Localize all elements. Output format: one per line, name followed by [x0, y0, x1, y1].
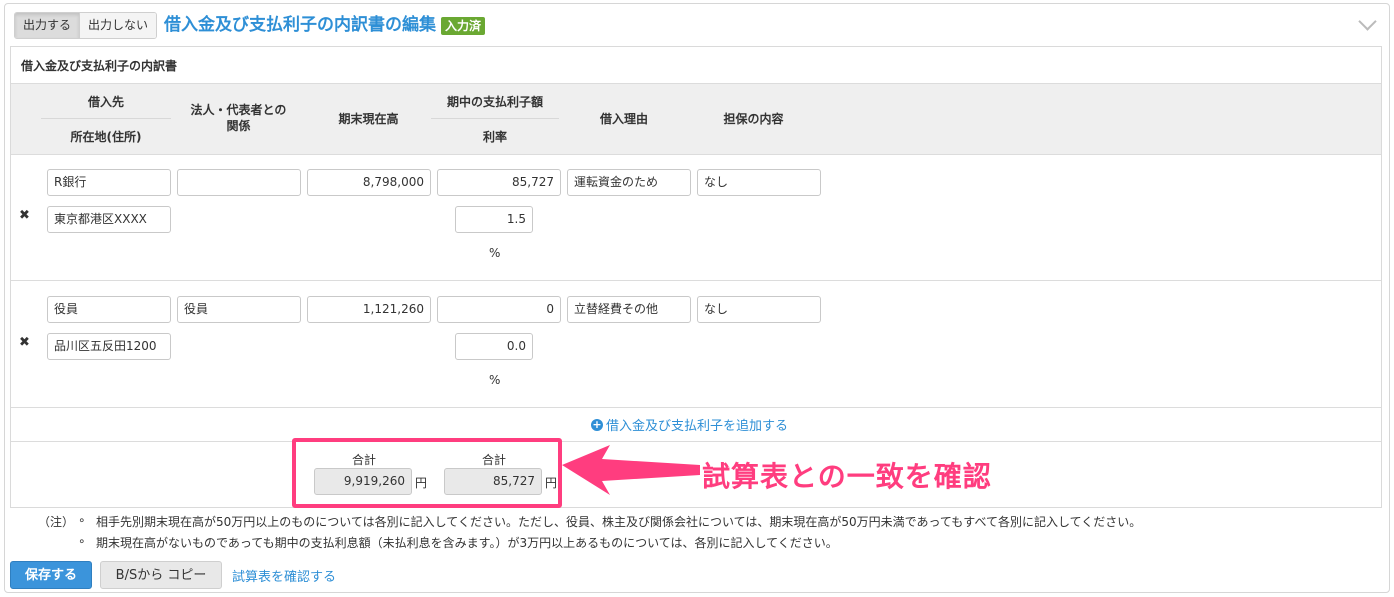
col-lender: 借入先 [87, 95, 124, 109]
header-divider [431, 118, 559, 119]
relation-input[interactable]: 役員 [177, 296, 301, 323]
col-collateral: 担保の内容 [723, 112, 784, 126]
loan-table-section: 借入金及び支払利子の内訳書 借入先 所在地(住所) 法人・代表者との 関係 期末… [10, 46, 1382, 508]
reason-input[interactable]: 運転資金のため [567, 169, 691, 196]
col-relation-line2: 関係 [226, 119, 251, 133]
relation-input[interactable] [177, 169, 301, 196]
save-button[interactable]: 保存する [10, 561, 92, 589]
panel-title[interactable]: 借入金及び支払利子の内訳書の編集 [164, 13, 436, 38]
col-reason: 借入理由 [599, 112, 648, 126]
output-off-button[interactable]: 出力しない [80, 13, 157, 38]
balance-input[interactable]: 1,121,260 [307, 296, 431, 323]
status-badge: 入力済 [441, 16, 486, 35]
collateral-input[interactable]: なし [697, 296, 821, 323]
note-bullet: ∘ [78, 513, 86, 527]
col-rate: 利率 [482, 130, 507, 144]
note-bullet: ∘ [78, 534, 86, 548]
arrow-icon [562, 445, 700, 495]
address-input[interactable]: 品川区五反田1200 [47, 333, 171, 360]
delete-row-icon[interactable]: ✖ [19, 208, 30, 223]
check-trial-balance-link[interactable]: 試算表を確認する [232, 566, 336, 585]
copy-from-bs-button[interactable]: B/Sから コピー [100, 561, 222, 589]
rate-input[interactable]: 0.0 [455, 333, 533, 360]
note-line-1: 相手先別期末現在高が50万円以上のものについては各別に記入してください。ただし、… [96, 515, 1142, 529]
col-interest: 期中の支払利子額 [446, 95, 543, 109]
delete-row-icon[interactable]: ✖ [19, 335, 30, 350]
balance-input[interactable]: 8,798,000 [307, 169, 431, 196]
panel-header: 出力する 出力しない 借入金及び支払利子の内訳書の編集 入力済 [14, 12, 486, 39]
col-relation-line1: 法人・代表者との [190, 103, 287, 117]
reason-input[interactable]: 立替経費その他 [567, 296, 691, 323]
lender-input[interactable]: 役員 [47, 296, 171, 323]
plus-circle-icon: + [591, 417, 603, 431]
rate-input[interactable]: 1.5 [455, 206, 533, 233]
header-divider [41, 118, 171, 119]
note-line-2: 期末現在高がないものであっても期中の支払利息額（未払利息を含みます。）が3万円以… [96, 536, 838, 550]
section-title: 借入金及び支払利子の内訳書 [21, 59, 178, 73]
collateral-input[interactable]: なし [697, 169, 821, 196]
annotation-text: 試算表との一致を確認 [702, 460, 992, 493]
table-row: R銀行 8,798,000 85,727 運転資金のため なし ✖ 東京都港区X… [11, 153, 1381, 281]
col-address: 所在地(住所) [70, 130, 142, 144]
table-header: 借入先 所在地(住所) 法人・代表者との 関係 期末現在高 期中の支払利子額 利… [11, 83, 1381, 155]
interest-input[interactable]: 85,727 [437, 169, 561, 196]
output-on-button[interactable]: 出力する [15, 13, 81, 38]
add-loan-link[interactable]: + 借入金及び支払利子を追加する [591, 415, 788, 434]
note-prefix: （注） [38, 515, 75, 529]
lender-input[interactable]: R銀行 [47, 169, 171, 196]
add-loan-label: 借入金及び支払利子を追加する [606, 419, 789, 434]
table-row: 役員 役員 1,121,260 0 立替経費その他 なし ✖ 品川区五反田120… [11, 280, 1381, 408]
rate-unit: % [489, 373, 501, 387]
output-toggle: 出力する 出力しない [14, 12, 158, 39]
col-balance: 期末現在高 [338, 112, 399, 126]
highlight-box [292, 438, 562, 508]
interest-input[interactable]: 0 [437, 296, 561, 323]
address-input[interactable]: 東京都港区XXXX [47, 206, 171, 233]
rate-unit: % [489, 246, 501, 260]
